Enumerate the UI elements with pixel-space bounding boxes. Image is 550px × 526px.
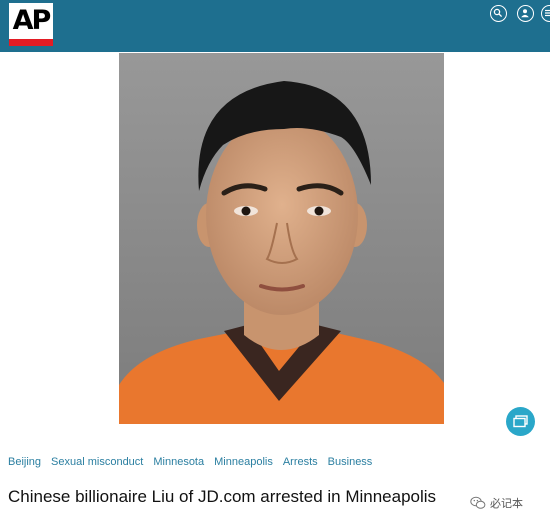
watermark-text: 必记本 xyxy=(490,498,523,510)
gallery-icon xyxy=(513,415,528,428)
tag-link[interactable]: Sexual misconduct xyxy=(51,454,143,470)
watermark: 必记本 xyxy=(470,494,523,512)
tag-link[interactable]: Minneapolis xyxy=(214,454,273,470)
mugshot-image xyxy=(119,53,444,424)
menu-icon[interactable] xyxy=(541,5,550,22)
ap-logo[interactable]: AP xyxy=(9,3,53,46)
logo-text: AP xyxy=(12,5,52,36)
logo-red-bar xyxy=(9,39,53,46)
tag-list: Beijing Sexual misconduct Minnesota Minn… xyxy=(8,454,372,470)
tag-link[interactable]: Minnesota xyxy=(153,454,204,470)
tag-link[interactable]: Beijing xyxy=(8,454,41,470)
search-icon[interactable] xyxy=(490,5,507,22)
gallery-button[interactable] xyxy=(506,407,535,436)
account-icon[interactable] xyxy=(517,5,534,22)
wechat-icon xyxy=(470,496,486,509)
article-headline[interactable]: Chinese billionaire Liu of JD.com arrest… xyxy=(8,486,436,508)
tag-link[interactable]: Arrests xyxy=(283,454,318,470)
lead-photo[interactable] xyxy=(119,53,444,424)
site-header: AP xyxy=(0,0,550,52)
tag-link[interactable]: Business xyxy=(328,454,373,470)
